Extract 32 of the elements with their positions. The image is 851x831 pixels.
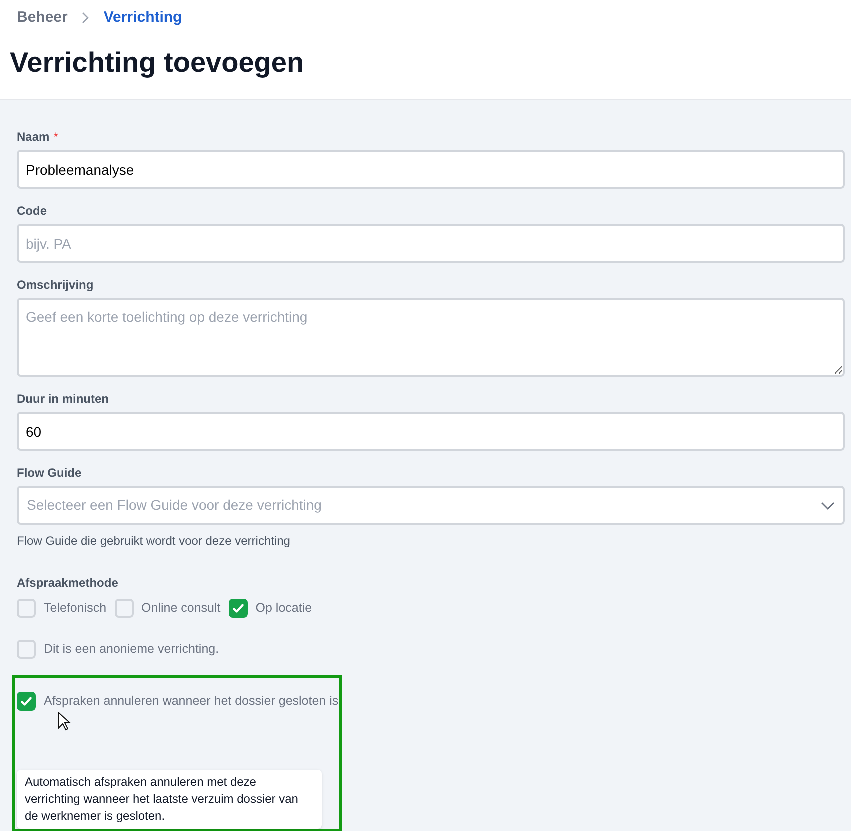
breadcrumb-link[interactable]: Verrichting [104,6,182,30]
checkmark-icon [232,602,245,615]
checkbox[interactable] [228,599,248,618]
checkbox-option[interactable]: Telefonisch [17,599,107,618]
field-label: Duur in minuten [17,392,109,406]
checkbox-option[interactable]: Op locatie [228,599,312,618]
field-label: Flow Guide [17,466,82,480]
text-field[interactable]: 60 [17,412,845,451]
text-field[interactable]: bijv. PA [17,224,845,263]
checkbox-option[interactable]: Afspraken annuleren wanneer het dossier gesloten is [17,692,339,711]
checkbox[interactable] [17,599,36,618]
tooltip: Automatisch afspraken annuleren met deze verrichting wanneer het laatste verzuim dossier van de werknemer is gesloten. [17,770,322,829]
checkbox[interactable] [114,599,134,618]
checkmark-icon [20,695,33,708]
chevron-right-icon [82,12,90,24]
checkbox-option[interactable]: Online consult [114,599,221,618]
checkbox[interactable] [17,640,36,659]
chevron-down-icon [821,502,835,510]
select-field[interactable]: Selecteer een Flow Guide voor deze verrichting [17,486,845,525]
page-title: Verrichting toevoegen [10,46,306,80]
required-marker: * [54,130,58,144]
field-label: Naam [17,130,50,144]
breadcrumb-link[interactable]: Beheer [17,6,68,30]
checkbox-option[interactable]: Dit is een anonieme verrichting. [17,640,834,659]
field-label: Omschrijving [17,278,94,292]
field-label: Code [17,204,47,218]
group-label: Afspraakmethode [17,575,120,592]
help-text: Flow Guide die gebruikt wordt voor deze verrichting [17,533,292,550]
text-area[interactable]: Geef een korte toelichting op deze verrichting [17,298,845,377]
mouse-pointer-icon [58,712,72,732]
text-field[interactable]: Probleemanalyse [17,150,845,189]
checkbox[interactable] [17,692,36,711]
